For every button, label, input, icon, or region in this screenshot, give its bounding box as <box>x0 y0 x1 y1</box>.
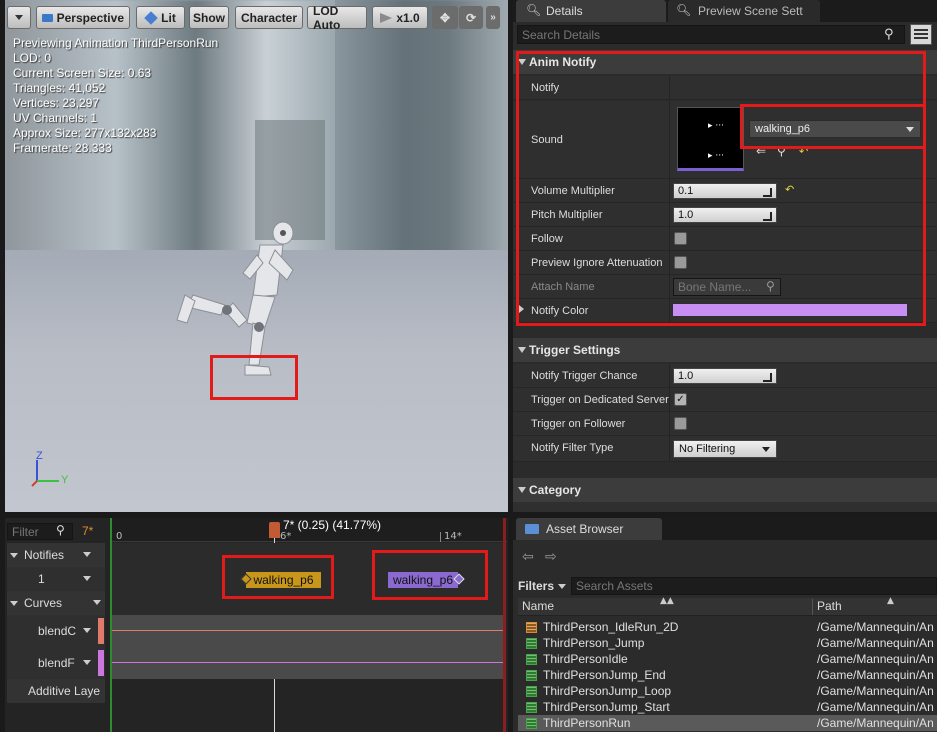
asset-row[interactable]: ThirdPersonJump_Loop/Game/Mannequin/An <box>518 683 937 699</box>
axis-z-label: Z <box>36 450 43 462</box>
end-marker <box>503 518 506 732</box>
animation-sequence-icon <box>526 701 537 713</box>
notify-trigger-chance-field[interactable]: 1.0 <box>673 368 777 384</box>
lit-button[interactable]: Lit <box>136 6 185 29</box>
notify-filter-type-dropdown[interactable]: No Filtering <box>673 440 777 458</box>
character-button[interactable]: Character <box>235 6 303 29</box>
tab-details[interactable]: 🔍︎ Details <box>516 0 666 22</box>
trigger-on-follower-checkbox[interactable] <box>674 417 687 430</box>
tick-label: 0 <box>116 531 123 542</box>
highlight-box-anim-notify <box>516 51 926 326</box>
track-notifies[interactable]: Notifies <box>7 543 105 567</box>
trigger-on-dedicated-server-checkbox[interactable]: ✓ <box>674 393 687 406</box>
curve-track-area[interactable] <box>112 615 503 679</box>
perspective-icon <box>42 13 53 22</box>
rotate-icon[interactable]: ⟳ <box>459 6 483 29</box>
blendspace-icon <box>526 621 537 633</box>
asset-row[interactable]: ThirdPersonJump_End/Game/Mannequin/An <box>518 667 937 683</box>
prop-notify-trigger-chance: Notify Trigger Chance 1.0 <box>513 364 937 388</box>
show-button[interactable]: Show <box>189 6 229 29</box>
lit-icon <box>144 10 158 25</box>
tick-mark <box>440 532 441 542</box>
search-icon[interactable]: ⚲ <box>56 523 65 537</box>
magnifier-icon: 🔍︎ <box>676 3 692 17</box>
details-scroll-remainder <box>513 502 937 512</box>
curve-color-chip <box>98 650 104 676</box>
play-speed-icon <box>380 12 393 23</box>
speed-button[interactable]: x1.0 <box>372 6 428 29</box>
prop-trigger-on-dedicated-server: Trigger on Dedicated Server ✓ <box>513 388 937 412</box>
asset-row[interactable]: ThirdPerson_Jump/Game/Mannequin/An <box>518 635 937 651</box>
track-curves[interactable]: Curves <box>7 591 105 615</box>
scrub-readout: 7* (0.25) (41.77%) <box>283 518 382 532</box>
current-frame-badge: 7* <box>82 524 94 538</box>
stat-line: Previewing Animation ThirdPersonRun <box>13 36 219 50</box>
column-divider[interactable] <box>812 599 813 615</box>
column-path[interactable]: Path <box>817 599 842 613</box>
category-category[interactable]: Category <box>513 478 937 502</box>
sort-icon: ▲▲ <box>660 596 674 606</box>
category-trigger-settings[interactable]: Trigger Settings <box>513 338 937 362</box>
curve-line-2 <box>112 662 503 663</box>
prop-notify-filter-type: Notify Filter Type No Filtering <box>513 436 937 462</box>
stat-line: Current Screen Size: 0.63 <box>13 66 152 80</box>
asset-row[interactable]: ThirdPersonIdle/Game/Mannequin/An <box>518 651 937 667</box>
tab-preview-scene-settings[interactable]: 🔍︎ Preview Scene Sett <box>668 0 820 22</box>
tick-label: 14* <box>444 531 462 542</box>
track-additive-layer[interactable]: Additive Laye <box>7 679 105 703</box>
animation-sequence-icon <box>526 685 537 697</box>
asset-row[interactable]: ThirdPersonJump_Start/Game/Mannequin/An <box>518 699 937 715</box>
stat-line: LOD: 0 <box>13 51 52 65</box>
asset-row[interactable]: ThirdPerson_IdleRun_2D/Game/Mannequin/An <box>518 619 937 635</box>
magnifier-icon: 🔍︎ <box>526 3 542 17</box>
more-tools-button[interactable]: » <box>486 6 500 29</box>
viewport[interactable]: Perspective Lit Show Character LOD Auto … <box>5 0 508 512</box>
sort-icon: ▲ <box>887 596 894 606</box>
scrub-handle[interactable] <box>269 522 280 538</box>
track-curve-blendf[interactable]: blendF <box>7 647 105 679</box>
viewport-menu-button[interactable] <box>7 6 31 29</box>
stat-line: UV Channels: 1 <box>13 111 98 125</box>
track-curve-blendc[interactable]: blendC <box>7 615 105 647</box>
animation-sequence-icon <box>526 637 537 649</box>
asset-search-input[interactable]: Search Assets <box>571 577 937 595</box>
asset-list-header <box>518 598 937 616</box>
back-arrow-icon[interactable]: ⇦ <box>522 549 534 565</box>
asset-row-selected[interactable]: ThirdPersonRun/Game/Mannequin/An <box>518 715 937 731</box>
translate-icon[interactable]: ✥ <box>432 6 458 29</box>
view-options-icon[interactable] <box>910 24 932 45</box>
animation-sequence-icon <box>526 717 537 729</box>
perspective-button[interactable]: Perspective <box>36 6 130 29</box>
curve-color-chip <box>98 618 104 644</box>
animation-sequence-icon <box>526 669 537 681</box>
stat-line: Approx Size: 277x132x283 <box>13 126 157 140</box>
details-search-input[interactable]: Search Details <box>517 25 905 44</box>
lod-button[interactable]: LOD Auto <box>307 4 367 32</box>
highlight-box-foot <box>210 355 298 400</box>
column-name[interactable]: Name <box>522 599 554 613</box>
background-building <box>335 0 508 250</box>
highlight-box-notify-1 <box>222 555 334 599</box>
stat-line: Vertices: 23,297 <box>13 96 100 110</box>
axis-y-label: Y <box>61 474 69 486</box>
highlight-box-sound <box>740 104 926 149</box>
tab-asset-browser[interactable]: Asset Browser <box>516 518 662 540</box>
highlight-box-notify-2 <box>372 550 488 600</box>
curve-line-1 <box>112 630 503 631</box>
track-notify-1[interactable]: 1 <box>7 567 105 591</box>
prop-trigger-on-follower: Trigger on Follower <box>513 412 937 436</box>
animation-sequence-icon <box>526 653 537 665</box>
stat-line: Framerate: 28.333 <box>13 141 112 155</box>
filters-button[interactable]: Filters <box>518 577 568 595</box>
tick-label: 6* <box>280 531 292 542</box>
stat-line: Triangles: 41,052 <box>13 81 106 95</box>
search-icon[interactable]: ⚲ <box>884 27 900 43</box>
forward-arrow-icon[interactable]: ⇨ <box>545 549 557 565</box>
asset-browser-icon <box>525 524 539 534</box>
